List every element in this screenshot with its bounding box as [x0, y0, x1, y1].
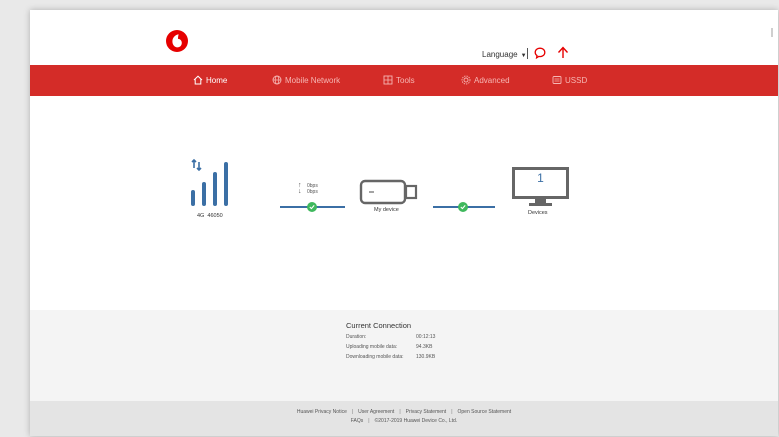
ussd-icon [552, 75, 562, 84]
devices-label: Devices [528, 210, 548, 216]
router-web-ui: Language ▼ Home Mobile Network Tools Adva… [30, 10, 778, 436]
devices-count: 1 [537, 171, 544, 185]
signal-strength-icon [191, 158, 228, 206]
divider: | [399, 409, 401, 415]
footer-links: Huawei Privacy Notice | User Agreement | Pri… [30, 409, 778, 415]
footer-link-privacy-notice[interactable]: Huawei Privacy Notice [297, 409, 347, 415]
language-label: Language [482, 50, 518, 59]
footer-link-user-agreement[interactable]: User Agreement [358, 409, 394, 415]
status-panel: 4G 46050 ↑ ↓ 0bps 0bps My device 1 Devices [30, 96, 778, 310]
footer-link-privacy-statement[interactable]: Privacy Statement [406, 409, 447, 415]
footer-link-open-source[interactable]: Open Source Statement [458, 409, 512, 415]
nav-item-label: Home [206, 76, 228, 85]
footer: Huawei Privacy Notice | User Agreement | Pri… [30, 401, 778, 436]
divider: | [451, 409, 453, 415]
nav-item-label: Mobile Network [285, 76, 341, 85]
nav-item-label: Advanced [474, 76, 510, 85]
up-down-arrows-icon: ↑ ↓ [298, 182, 302, 195]
download-data-label: Downloading mobile data: [346, 354, 404, 360]
copyright: ©2017-2019 Huawei Device Co., Ltd. [374, 418, 458, 424]
divider: | [351, 409, 354, 415]
language-selector[interactable]: Language ▼ [482, 50, 527, 59]
nav-item-home[interactable]: Home [193, 65, 227, 96]
gear-icon [461, 75, 471, 85]
top-bar: Language ▼ [30, 10, 778, 64]
divider [527, 48, 528, 59]
connected-check-icon [458, 202, 468, 212]
network-info: 4G 46050 [197, 213, 223, 219]
current-connection-panel: Current Connection Duration: 00:12:13 Up… [30, 310, 778, 401]
device-label: My device [374, 207, 399, 213]
usb-dongle-icon [359, 179, 418, 205]
scrollbar-thumb[interactable] [771, 28, 773, 37]
nav-item-advanced[interactable]: Advanced [461, 65, 510, 96]
operator-code: 46050 [207, 213, 223, 219]
footer-link-faqs[interactable]: FAQs [351, 418, 364, 424]
nav-item-label: USSD [565, 76, 588, 85]
nav-item-label: Tools [396, 76, 415, 85]
nav-item-mobile-network[interactable]: Mobile Network [272, 65, 340, 96]
chevron-down-icon: ▼ [520, 53, 527, 59]
nav-item-tools[interactable]: Tools [383, 65, 415, 96]
upload-data-value: 94.3KB [416, 344, 433, 350]
current-connection-title: Current Connection [346, 321, 412, 330]
divider: | [368, 418, 370, 424]
duration-label: Duration: [346, 334, 367, 340]
tools-icon [383, 75, 393, 85]
main-navigation: Home Mobile Network Tools Advanced USSD [30, 65, 778, 96]
duration-value: 00:12:13 [416, 334, 436, 340]
globe-icon [272, 75, 282, 85]
connected-check-icon [307, 202, 317, 212]
upload-data-label: Uploading mobile data: [346, 344, 398, 350]
message-icon[interactable] [534, 47, 546, 59]
nav-item-ussd[interactable]: USSD [552, 65, 587, 96]
network-type: 4G [197, 213, 205, 219]
home-icon [193, 75, 203, 85]
download-data-value: 130.9KB [416, 354, 436, 360]
vodafone-logo[interactable] [166, 30, 188, 52]
upload-arrow-icon[interactable] [557, 46, 569, 59]
footer-bottom: FAQs | ©2017-2019 Huawei Device Co., Ltd. [30, 418, 778, 424]
download-rate: 0bps [307, 189, 318, 195]
